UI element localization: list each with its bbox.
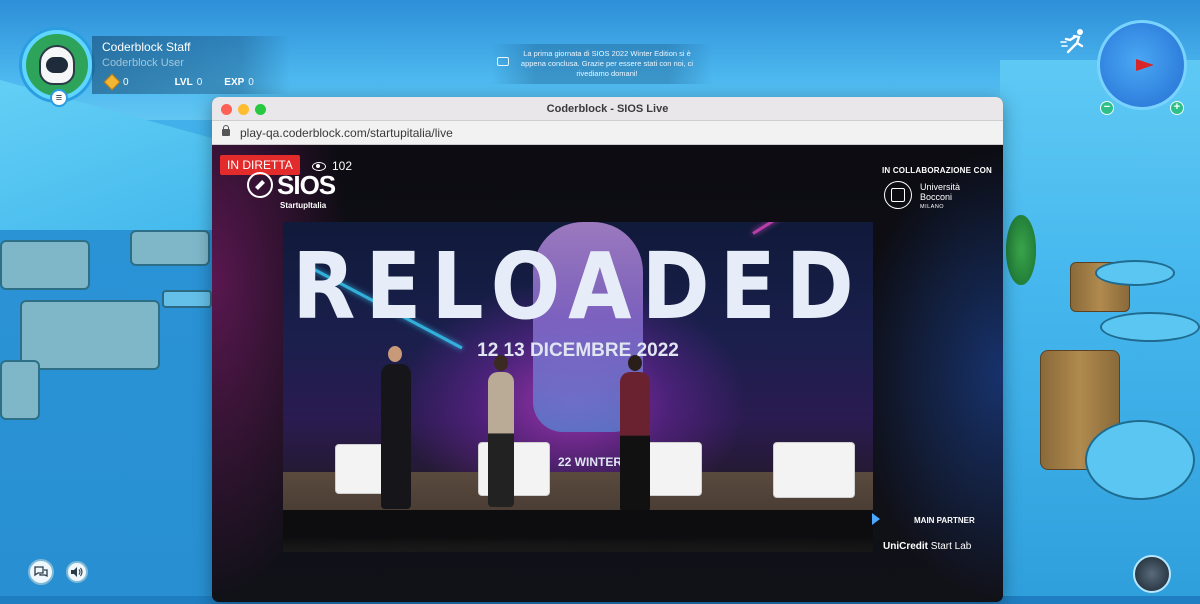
speaker-head — [628, 355, 642, 371]
video-player[interactable]: RELOADED 12 13 DICEMBRE 2022 22 WINTER E… — [212, 145, 1003, 602]
stage-armchair — [773, 442, 855, 498]
bocconi-seal-icon — [884, 181, 912, 209]
bocconi-name-line2: Bocconi — [920, 192, 953, 202]
event-notice: La prima giornata di SIOS 2022 Winter Ed… — [492, 44, 712, 84]
player-direction-arrow-icon — [1136, 59, 1154, 71]
rocket-icon — [247, 172, 273, 198]
diamond-coin-icon — [103, 73, 121, 91]
window-titlebar: Coderblock - SIOS Live — [212, 97, 1003, 121]
avatar-visor — [46, 57, 68, 73]
lock-icon — [222, 125, 230, 136]
unicredit-logo-bold: UniCredit — [883, 541, 928, 552]
user-name: Coderblock Staff — [102, 40, 191, 54]
chat-bubbles-icon — [34, 566, 48, 578]
world-sofa — [20, 300, 160, 370]
sios-logo: SIOS — [247, 170, 336, 200]
world-pod-seat — [1085, 420, 1195, 500]
sios-logo-text: SIOS — [277, 170, 336, 200]
speaker-head — [388, 346, 402, 362]
notice-text: La prima giornata di SIOS 2022 Winter Ed… — [520, 49, 694, 78]
world-table — [162, 290, 212, 308]
level-label: LVL — [174, 76, 193, 88]
unicredit-logo-rest: Start Lab — [928, 541, 972, 552]
astronaut-avatar-icon — [39, 45, 75, 85]
world-sofa — [0, 240, 90, 290]
runner-icon[interactable] — [1060, 28, 1088, 54]
bocconi-city: MILANO — [920, 204, 945, 210]
window-title: Coderblock - SIOS Live — [546, 103, 669, 115]
stage-video-frame: RELOADED 12 13 DICEMBRE 2022 22 WINTER E — [283, 222, 873, 552]
exp-label: EXP — [224, 76, 245, 88]
assistant-avatar[interactable] — [1133, 555, 1171, 593]
live-stream-window: Coderblock - SIOS Live play-qa.coderbloc… — [212, 97, 1003, 602]
speaker-figure — [381, 364, 411, 509]
minimap-zoom-out-button[interactable]: − — [1100, 101, 1114, 115]
speaker-head — [494, 355, 508, 371]
collaboration-title: IN COLLABORAZIONE CON — [882, 166, 992, 175]
world-pod-seat — [1095, 260, 1175, 286]
speaker-figure — [620, 372, 650, 512]
minimap-zoom-in-button[interactable]: + — [1170, 101, 1184, 115]
user-stats: 0 LVL 0 EXP 0 — [103, 73, 254, 91]
stage-neon-line — [752, 222, 873, 235]
stage-arrow-icon — [872, 513, 880, 525]
main-partner-label: MAIN PARTNER — [914, 516, 975, 525]
audience-silhouettes — [283, 534, 873, 552]
chat-button[interactable] — [28, 559, 54, 585]
sios-logo-subtitle: StartupItalia — [280, 201, 327, 210]
minimap[interactable] — [1097, 20, 1187, 110]
exp-value: 0 — [248, 76, 254, 88]
world-plant — [1006, 215, 1036, 285]
bocconi-name-line1: Università — [920, 182, 961, 192]
hud-menu-button[interactable]: ≡ — [50, 89, 68, 107]
level-value: 0 — [196, 76, 203, 88]
user-role: Coderblock User — [102, 57, 184, 69]
world-sofa — [0, 360, 40, 420]
url-text[interactable]: play-qa.coderblock.com/startupitalia/liv… — [240, 126, 453, 140]
address-bar[interactable]: play-qa.coderblock.com/startupitalia/liv… — [212, 121, 1003, 145]
sound-button[interactable] — [66, 561, 88, 583]
video-glow-right — [853, 145, 1003, 602]
envelope-icon — [497, 57, 509, 66]
stage-headline: RELOADED — [292, 234, 864, 341]
viewer-count-value: 102 — [332, 159, 353, 173]
coin-count: 0 — [123, 76, 129, 88]
speaker-icon — [71, 567, 83, 577]
world-pod-seat — [1100, 312, 1200, 342]
unicredit-logo: UniCredit Start Lab — [883, 541, 971, 552]
speaker-figure — [488, 372, 514, 507]
stage-dates: 12 13 DICEMBRE 2022 — [477, 340, 679, 361]
bocconi-name: Università Bocconi — [920, 182, 960, 202]
world-sofa — [130, 230, 210, 266]
